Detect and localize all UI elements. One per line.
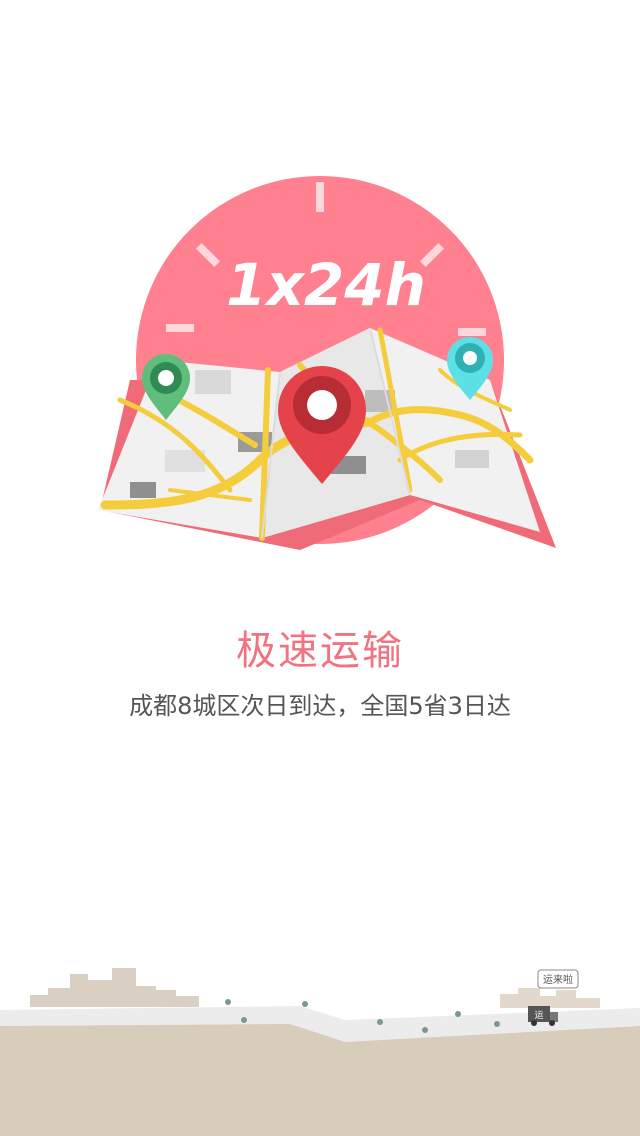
onboarding-screen: 1x24h 极速运输 成都8城区次日到达，全国5省3日达 运 运来啦 <box>0 0 640 1136</box>
hero-illustration: 1x24h <box>0 160 640 580</box>
clock-label: 1x24h <box>226 251 426 319</box>
feature-title: 极速运输 <box>236 628 404 674</box>
speech-bubble: 运来啦 <box>537 969 579 989</box>
truck-sign: 运 <box>534 1010 543 1021</box>
speech-text: 运来啦 <box>543 973 573 986</box>
city-skyline-icon <box>30 968 199 1007</box>
feature-subtitle: 成都8城区次日到达，全国5省3日达 <box>129 692 511 720</box>
footer-landscape: 运 运来啦 <box>0 960 640 1136</box>
